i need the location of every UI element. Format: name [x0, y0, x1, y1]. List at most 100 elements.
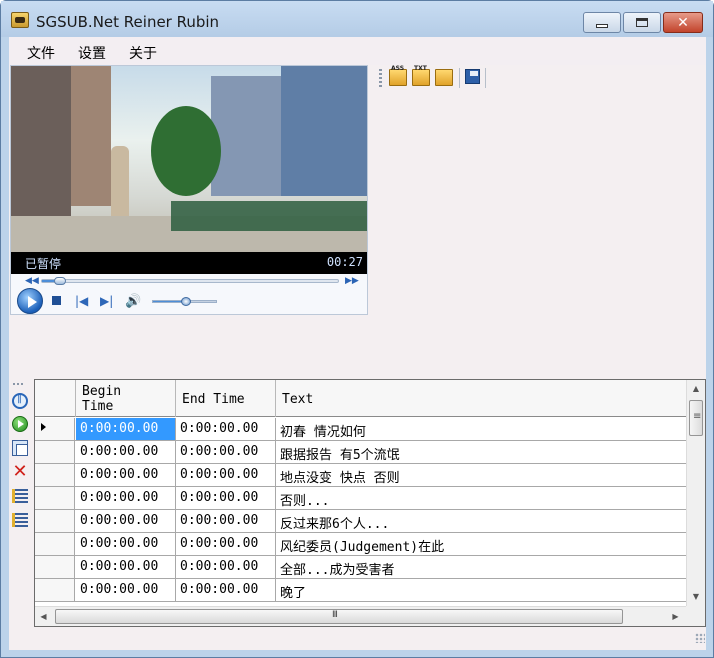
video-player: 已暂停 00:27 ◀◀ ▶▶ |◀ ▶| 🔊	[10, 65, 368, 315]
copy-icon[interactable]	[12, 440, 28, 456]
menu-about[interactable]: 关于	[129, 43, 157, 63]
cell-end-time[interactable]: 0:00:00.00	[176, 441, 276, 463]
row-header[interactable]	[35, 464, 75, 486]
scroll-right-icon[interactable]: ▶	[667, 607, 684, 626]
cell-begin-time[interactable]: 0:00:00.00	[76, 533, 176, 555]
cell-text[interactable]: 否则...	[276, 487, 686, 509]
cell-end-time[interactable]: 0:00:00.00	[176, 418, 276, 440]
column-header-end[interactable]: End Time	[176, 380, 276, 417]
cell-text[interactable]: 晚了	[276, 579, 686, 601]
indent-row-icon[interactable]	[12, 513, 28, 527]
next-icon[interactable]: ▶|	[100, 294, 113, 308]
cell-begin-time[interactable]: 0:00:00.00	[76, 418, 176, 440]
open-txt-folder-icon[interactable]: TXT	[412, 65, 430, 86]
table-row[interactable]: 0:00:00.00 0:00:00.00 跟据报告 有5个流氓	[35, 441, 686, 464]
cell-begin-time[interactable]: 0:00:00.00	[76, 464, 176, 486]
player-status-bar: 已暂停 00:27	[11, 252, 367, 274]
pause-icon[interactable]	[12, 393, 28, 409]
vertical-scroll-thumb[interactable]	[689, 400, 703, 436]
table-row[interactable]: 0:00:00.00 0:00:00.00 晚了	[35, 579, 686, 602]
volume-icon[interactable]: 🔊	[125, 294, 141, 309]
table-row[interactable]: 0:00:00.00 0:00:00.00 风纪委员(Judgement)在此	[35, 533, 686, 556]
menu-settings[interactable]: 设置	[78, 43, 106, 63]
cell-begin-time[interactable]: 0:00:00.00	[76, 579, 176, 601]
row-header[interactable]	[35, 510, 75, 532]
seek-handle[interactable]	[53, 277, 66, 285]
vertical-scrollbar[interactable]: ▲ ▼	[686, 380, 705, 606]
resize-grip[interactable]	[695, 633, 705, 643]
maximize-button[interactable]	[623, 12, 661, 33]
cell-text[interactable]: 风纪委员(Judgement)在此	[276, 533, 686, 555]
cell-end-time[interactable]: 0:00:00.00	[176, 510, 276, 532]
playback-status: 已暂停	[25, 257, 62, 271]
table-row[interactable]: 0:00:00.00 0:00:00.00 初春 情况如何	[35, 418, 686, 441]
table-row[interactable]: 0:00:00.00 0:00:00.00 地点没变 快点 否则	[35, 464, 686, 487]
scroll-corner	[686, 606, 705, 626]
row-header[interactable]	[35, 487, 75, 509]
cell-end-time[interactable]: 0:00:00.00	[176, 464, 276, 486]
menu-file[interactable]: 文件	[27, 43, 55, 63]
seek-row: ◀◀ ▶▶	[11, 274, 367, 288]
fast-forward-icon[interactable]: ▶▶	[345, 276, 359, 286]
row-header-corner[interactable]	[35, 380, 76, 417]
rewind-icon[interactable]: ◀◀	[25, 276, 39, 286]
cell-begin-time[interactable]: 0:00:00.00	[76, 510, 176, 532]
cell-end-time[interactable]: 0:00:00.00	[176, 579, 276, 601]
close-button[interactable]: ✕	[663, 12, 703, 33]
table-row[interactable]: 0:00:00.00 0:00:00.00 否则...	[35, 487, 686, 510]
cell-end-time[interactable]: 0:00:00.00	[176, 487, 276, 509]
video-frame[interactable]	[11, 66, 367, 252]
cell-begin-time[interactable]: 0:00:00.00	[76, 487, 176, 509]
scroll-left-icon[interactable]: ◀	[35, 607, 52, 626]
toolbar-grip[interactable]	[379, 69, 382, 87]
toolbar-separator	[459, 68, 460, 88]
player-controls: |◀ ▶| 🔊	[11, 288, 367, 314]
title-bar[interactable]: SGSUB.Net Reiner Rubin ✕	[1, 1, 713, 37]
current-row-arrow-icon	[41, 423, 46, 431]
row-header[interactable]	[35, 579, 75, 601]
scroll-down-icon[interactable]: ▼	[687, 588, 705, 605]
cell-text[interactable]: 地点没变 快点 否则	[276, 464, 686, 486]
minimize-button[interactable]	[583, 12, 621, 33]
save-floppy-icon[interactable]	[465, 69, 480, 84]
stop-button[interactable]	[52, 296, 61, 305]
side-toolbar-grip[interactable]	[13, 383, 25, 385]
table-row[interactable]: 0:00:00.00 0:00:00.00 全部...成为受害者	[35, 556, 686, 579]
horizontal-scrollbar[interactable]: ◀ ▶	[35, 606, 686, 626]
scroll-up-icon[interactable]: ▲	[687, 380, 705, 397]
row-header[interactable]	[35, 533, 75, 555]
horizontal-scroll-thumb[interactable]	[55, 609, 623, 624]
row-header[interactable]	[35, 556, 75, 578]
seek-bar[interactable]	[41, 277, 339, 285]
cell-text[interactable]: 初春 情况如何	[276, 418, 686, 440]
app-icon[interactable]	[11, 12, 29, 28]
volume-handle[interactable]	[180, 297, 191, 306]
cell-text[interactable]: 跟据报告 有5个流氓	[276, 441, 686, 463]
row-header[interactable]	[35, 418, 75, 440]
open-ass-folder-icon[interactable]: ASS	[389, 65, 407, 86]
cell-text[interactable]: 反过来那6个人...	[276, 510, 686, 532]
column-header-text[interactable]: Text	[276, 380, 686, 417]
column-header-begin[interactable]: Begin Time	[76, 380, 176, 417]
row-header[interactable]	[35, 441, 75, 463]
cell-begin-time[interactable]: 0:00:00.00	[76, 441, 176, 463]
cell-begin-time[interactable]: 0:00:00.00	[76, 556, 176, 578]
play-icon[interactable]	[12, 416, 28, 432]
open-video-folder-icon[interactable]	[435, 69, 453, 86]
minimize-icon	[596, 24, 608, 28]
cell-end-time[interactable]: 0:00:00.00	[176, 533, 276, 555]
grid-header: Begin Time End Time Text	[35, 380, 686, 417]
close-icon: ✕	[677, 14, 689, 31]
playback-time: 00:27	[326, 255, 363, 269]
window-title: SGSUB.Net Reiner Rubin	[36, 13, 220, 31]
insert-row-icon[interactable]	[12, 489, 28, 503]
delete-icon[interactable]: ✕	[12, 463, 28, 481]
table-row[interactable]: 0:00:00.00 0:00:00.00 反过来那6个人...	[35, 510, 686, 533]
cell-text[interactable]: 全部...成为受害者	[276, 556, 686, 578]
volume-slider[interactable]	[152, 297, 217, 306]
previous-icon[interactable]: |◀	[75, 294, 88, 308]
maximize-icon	[636, 18, 648, 27]
play-button[interactable]	[17, 288, 43, 314]
menu-bar: 文件 设置 关于	[9, 37, 706, 65]
cell-end-time[interactable]: 0:00:00.00	[176, 556, 276, 578]
